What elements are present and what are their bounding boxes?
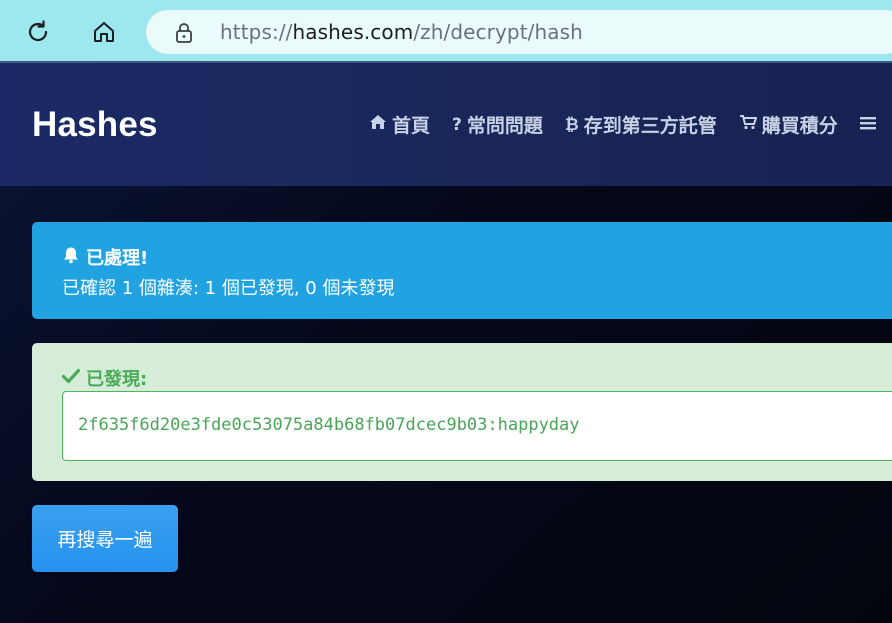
address-bar[interactable]: https://hashes.com/zh/decrypt/hash [146,10,892,54]
nav-item-home[interactable]: 首頁 [369,111,430,138]
site-header: Hashes 首頁 ? 常問問題 ₿ 存到第三方託管 購買積分 [0,63,892,186]
bitcoin-icon: ₿ [564,114,579,135]
reload-icon [28,20,48,42]
nav-item-escrow[interactable]: ₿ 存到第三方託管 [565,111,717,138]
search-again-button[interactable]: 再搜尋一遍 [32,505,178,572]
url-scheme: https:// [220,20,293,44]
found-title-text: 已發現: [86,369,148,390]
home-icon [369,114,387,135]
processed-alert-title: 已處理! [62,244,148,270]
result-field[interactable]: 2f635f6d20e3fde0c53075a84b68fb07dcec9b03… [62,391,892,461]
nav-item-faq[interactable]: ? 常問問題 [452,111,543,138]
reload-button[interactable] [16,10,60,54]
found-alert: 已發現: 2f635f6d20e3fde0c53075a84b68fb07dce… [32,343,892,481]
check-icon [61,368,81,389]
browser-toolbar: https://hashes.com/zh/decrypt/hash [0,0,892,63]
question-icon: ? [452,114,462,135]
nav-label: 首頁 [392,115,431,137]
processed-alert: 已處理! 已確認 1 個雜湊: 1 個已發現, 0 個未發現 [32,222,892,319]
brand-logo[interactable]: Hashes [32,105,158,145]
result-text[interactable]: 2f635f6d20e3fde0c53075a84b68fb07dcec9b03… [78,415,580,435]
main-nav: 首頁 ? 常問問題 ₿ 存到第三方託管 購買積分 [369,111,892,138]
home-button[interactable] [82,10,126,54]
menu-icon [859,115,876,135]
processed-title-text: 已處理! [86,248,149,269]
nav-label: 常問問題 [466,115,543,137]
url-path: /zh/decrypt/hash [413,20,583,44]
nav-item-more[interactable] [859,111,881,138]
home-icon [94,22,114,42]
bell-icon [62,246,80,269]
url-domain: hashes.com [292,20,414,44]
nav-item-buy-credits[interactable]: 購買積分 [739,111,838,138]
nav-label: 購買積分 [761,115,838,137]
nav-label: 存到第三方託管 [583,115,717,137]
processed-alert-text: 已確認 1 個雜湊: 1 個已發現, 0 個未發現 [62,278,395,299]
found-alert-title: 已發現: [61,365,148,391]
cart-icon [739,114,758,135]
main-content: 已處理! 已確認 1 個雜湊: 1 個已發現, 0 個未發現 已發現: 2f63… [0,186,892,623]
url-text[interactable]: https://hashes.com/zh/decrypt/hash [220,20,583,44]
lock-icon[interactable] [174,22,194,44]
